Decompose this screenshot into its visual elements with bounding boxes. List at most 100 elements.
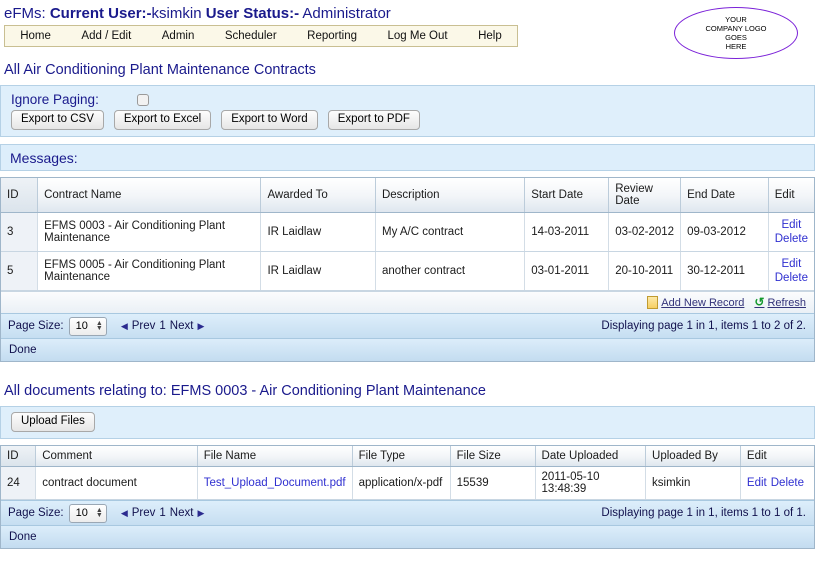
doc-next-page-link[interactable]: Next	[170, 507, 194, 519]
nav-item-admin[interactable]: Admin	[147, 30, 210, 42]
refresh-icon: ↺	[754, 295, 765, 309]
contracts-grid-actions: Add New Record ↺ Refresh	[1, 291, 814, 313]
contracts-pager: Page Size: 10 ▲ ▼ ◀ Prev 1 Next ▶ Display…	[1, 313, 814, 338]
file-name-link[interactable]: Test_Upload_Document.pdf	[204, 477, 346, 489]
doc-page-size-value: 10	[75, 507, 88, 519]
cell-date-uploaded: 2011-05-10 13:48:39	[535, 466, 647, 500]
export-to-word-button[interactable]: Export to Word	[221, 110, 318, 130]
cell-id: 3	[1, 212, 39, 252]
cell-awarded-to: IR Laidlaw	[260, 251, 376, 291]
cell-id: 5	[1, 251, 39, 291]
prev-arrow-icon[interactable]: ◀	[121, 321, 128, 332]
documents-status-bar: Done	[1, 525, 814, 548]
doc-page-size-select[interactable]: 10 ▲ ▼	[68, 503, 107, 523]
export-to-csv-button[interactable]: Export to CSV	[11, 110, 104, 130]
export-to-excel-button[interactable]: Export to Excel	[113, 110, 212, 130]
company-logo-placeholder: YOUR COMPANY LOGO GOES HERE	[674, 7, 798, 59]
next-page-link[interactable]: Next	[170, 320, 194, 332]
user-status-value: Administrator	[302, 5, 391, 22]
table-row: 5 EFMS 0005 - Air Conditioning Plant Mai…	[1, 251, 814, 291]
col-header-file-type[interactable]: File Type	[352, 446, 451, 467]
cell-description: another contract	[375, 251, 526, 291]
nav-item-reporting[interactable]: Reporting	[292, 30, 372, 42]
table-row: 24 contract document Test_Upload_Documen…	[1, 466, 814, 500]
nav-item-help[interactable]: Help	[463, 30, 517, 42]
doc-edit-link[interactable]: Edit	[747, 477, 767, 489]
col-header-id[interactable]: ID	[1, 178, 39, 213]
new-document-icon	[647, 296, 659, 309]
nav-item-home[interactable]: Home	[5, 30, 66, 42]
page-size-value: 10	[75, 320, 88, 332]
cell-contract-name: EFMS 0005 - Air Conditioning Plant Maint…	[37, 251, 262, 291]
col-header-contract-name[interactable]: Contract Name	[37, 178, 262, 213]
main-navigation[interactable]: Home Add / Edit Admin Scheduler Reportin…	[4, 25, 518, 47]
delete-link[interactable]: Delete	[775, 232, 808, 246]
current-page-link[interactable]: 1	[159, 320, 165, 332]
cell-file-type: application/x-pdf	[352, 466, 451, 500]
col-header-uploaded-by[interactable]: Uploaded By	[645, 446, 741, 467]
prev-arrow-icon[interactable]: ◀	[121, 508, 128, 519]
current-user-label: Current User:-	[49, 5, 152, 22]
edit-link[interactable]: Edit	[775, 218, 808, 232]
cell-uploaded-by: ksimkin	[645, 466, 741, 500]
logo-line-3: GOES	[725, 33, 747, 42]
doc-delete-link[interactable]: Delete	[771, 477, 804, 489]
messages-label: Messages:	[10, 149, 78, 166]
cell-file-name: Test_Upload_Document.pdf	[197, 466, 353, 500]
documents-pager: Page Size: 10 ▲ ▼ ◀ Prev 1 Next ▶ Display…	[1, 500, 814, 525]
cell-doc-edit-actions: Edit Delete	[740, 466, 814, 500]
col-header-review-date[interactable]: Review Date	[608, 178, 682, 213]
next-arrow-icon[interactable]: ▶	[197, 321, 204, 332]
contracts-status-text: Done	[9, 344, 37, 356]
app-name: eFMs:	[4, 5, 46, 22]
cell-review-date: 20-10-2011	[608, 251, 682, 291]
contracts-export-toolbar: Ignore Paging: Export to CSV Export to E…	[0, 85, 815, 137]
cell-contract-name: EFMS 0003 - Air Conditioning Plant Maint…	[37, 212, 262, 252]
contracts-section-title: All Air Conditioning Plant Maintenance C…	[4, 62, 316, 78]
cell-awarded-to: IR Laidlaw	[260, 212, 376, 252]
col-header-doc-id[interactable]: ID	[1, 446, 37, 467]
add-new-record-button[interactable]: Add New Record	[647, 296, 744, 309]
documents-header-row: ID Comment File Name File Type File Size…	[1, 446, 814, 467]
export-button-row: Export to CSV Export to Excel Export to …	[1, 110, 814, 130]
col-header-awarded-to[interactable]: Awarded To	[260, 178, 376, 213]
col-header-start-date[interactable]: Start Date	[524, 178, 610, 213]
next-arrow-icon[interactable]: ▶	[197, 508, 204, 519]
doc-prev-page-link[interactable]: Prev	[132, 507, 156, 519]
prev-page-link[interactable]: Prev	[132, 320, 156, 332]
col-header-date-uploaded[interactable]: Date Uploaded	[535, 446, 647, 467]
col-header-comment[interactable]: Comment	[35, 446, 198, 467]
documents-table: ID Comment File Name File Type File Size…	[1, 446, 814, 500]
cell-doc-id: 24	[1, 466, 37, 500]
upload-files-button[interactable]: Upload Files	[11, 412, 95, 432]
cell-start-date: 14-03-2011	[524, 212, 610, 252]
col-header-file-name[interactable]: File Name	[197, 446, 353, 467]
edit-link[interactable]: Edit	[775, 257, 808, 271]
delete-link[interactable]: Delete	[775, 271, 808, 285]
cell-file-size: 15539	[450, 466, 536, 500]
cell-end-date: 09-03-2012	[680, 212, 769, 252]
col-header-description[interactable]: Description	[375, 178, 526, 213]
refresh-label: Refresh	[767, 296, 806, 309]
stepper-icon: ▲ ▼	[95, 320, 103, 332]
page-size-label: Page Size:	[8, 320, 64, 332]
cell-review-date: 03-02-2012	[608, 212, 682, 252]
logo-line-2: COMPANY LOGO	[705, 24, 767, 33]
page-root: eFMs: Current User:-ksimkin User Status:…	[0, 0, 815, 565]
ignore-paging-checkbox[interactable]	[136, 93, 149, 106]
col-header-file-size[interactable]: File Size	[450, 446, 536, 467]
stepper-icon: ▲ ▼	[95, 507, 103, 519]
nav-item-add-edit[interactable]: Add / Edit	[66, 30, 146, 42]
cell-comment: contract document	[35, 466, 198, 500]
messages-panel: Messages:	[0, 144, 815, 171]
export-to-pdf-button[interactable]: Export to PDF	[327, 110, 420, 130]
documents-status-text: Done	[9, 531, 37, 543]
col-header-end-date[interactable]: End Date	[680, 178, 769, 213]
refresh-button[interactable]: ↺ Refresh	[754, 295, 806, 309]
nav-item-log-me-out[interactable]: Log Me Out	[372, 30, 463, 42]
doc-current-page-link[interactable]: 1	[159, 507, 165, 519]
page-size-select[interactable]: 10 ▲ ▼	[68, 316, 107, 336]
documents-grid: ID Comment File Name File Type File Size…	[0, 445, 815, 549]
contracts-grid: ID Contract Name Awarded To Description …	[0, 177, 815, 362]
nav-item-scheduler[interactable]: Scheduler	[210, 30, 292, 42]
